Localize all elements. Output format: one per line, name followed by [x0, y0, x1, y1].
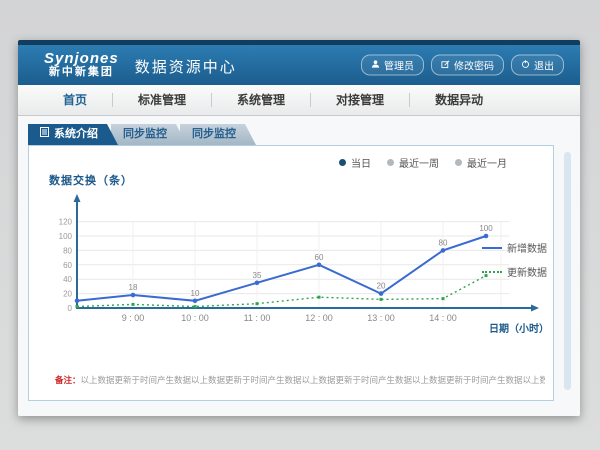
svg-text:35: 35: [253, 271, 262, 280]
tab-sync-monitor-2[interactable]: 同步监控: [180, 124, 256, 145]
legend-label: 更新数据: [507, 264, 547, 279]
app-window: Synjones 新中新集团 数据资源中心 管理员 修改密码 退出: [18, 40, 580, 416]
nav-item-system-mgmt[interactable]: 系统管理: [212, 85, 310, 115]
dotted-line-swatch-icon: [482, 271, 502, 273]
app-header: Synjones 新中新集团 数据资源中心 管理员 修改密码 退出: [18, 45, 580, 85]
admin-user-label: 管理员: [384, 58, 414, 73]
content-area: 系统介绍 同步监控 同步监控 当日 最近一周: [18, 116, 580, 416]
nav-item-data-change[interactable]: 数据异动: [410, 85, 508, 115]
y-axis-title: 数据交换（条）: [49, 172, 133, 188]
logout-label: 退出: [534, 58, 554, 73]
footnote-text: 以上数据更新于时间产生数据以上数据更新于时间产生数据以上数据更新于时间产生数据以…: [81, 375, 545, 385]
svg-text:13 : 00: 13 : 00: [367, 313, 395, 323]
radio-dot-icon: [387, 159, 394, 166]
nav-item-home[interactable]: 首页: [38, 85, 112, 115]
logout-button[interactable]: 退出: [511, 55, 564, 76]
svg-text:120: 120: [59, 218, 73, 227]
svg-text:10: 10: [191, 289, 200, 298]
period-label: 最近一月: [467, 155, 507, 170]
line-chart: 0 20 40 60 80 100 120 9 : 00 10 : 00 11 : 00 12 : …: [31, 190, 551, 340]
user-actions: 管理员 修改密码 退出: [361, 55, 564, 76]
svg-text:12 : 00: 12 : 00: [305, 313, 333, 323]
svg-text:80: 80: [63, 246, 72, 255]
svg-text:60: 60: [63, 261, 72, 270]
radio-dot-icon: [455, 159, 462, 166]
change-password-label: 修改密码: [454, 58, 494, 73]
chart-panel: 当日 最近一周 最近一月 数据交换（条） 0 20 40 60 80 100 120 9 : …: [28, 145, 554, 401]
brand-name: Synjones: [44, 51, 119, 66]
legend-label: 新增数据: [507, 240, 547, 255]
svg-text:100: 100: [59, 232, 73, 241]
svg-text:14 : 00: 14 : 00: [429, 313, 457, 323]
vertical-scrollbar[interactable]: [564, 152, 571, 390]
svg-text:20: 20: [63, 290, 72, 299]
nav-item-interface-mgmt[interactable]: 对接管理: [311, 85, 409, 115]
svg-text:80: 80: [439, 238, 448, 247]
svg-text:20: 20: [377, 282, 386, 291]
svg-text:9 : 00: 9 : 00: [122, 313, 145, 323]
chart-legend: 新增数据 更新数据: [482, 240, 547, 279]
company-name: 新中新集团: [44, 66, 119, 79]
change-password-button[interactable]: 修改密码: [431, 55, 504, 76]
period-label: 最近一周: [399, 155, 439, 170]
document-icon: [40, 124, 49, 145]
footnote-prefix: 备注：: [55, 375, 81, 385]
tab-sync-monitor-1[interactable]: 同步监控: [111, 124, 187, 145]
desktop-background: Synjones 新中新集团 数据资源中心 管理员 修改密码 退出: [0, 0, 600, 450]
svg-text:11 : 00: 11 : 00: [244, 313, 271, 323]
svg-text:100: 100: [479, 224, 493, 233]
tab-system-intro[interactable]: 系统介绍: [28, 124, 118, 145]
legend-item-updated-data: 更新数据: [482, 264, 547, 279]
page-title: 数据资源中心: [135, 56, 237, 77]
edit-icon: [441, 59, 450, 71]
period-option-last-month[interactable]: 最近一月: [455, 155, 507, 170]
logout-icon: [521, 59, 530, 71]
svg-text:18: 18: [129, 283, 138, 292]
solid-line-swatch-icon: [482, 247, 502, 249]
legend-item-new-data: 新增数据: [482, 240, 547, 255]
nav-item-standard-mgmt[interactable]: 标准管理: [113, 85, 211, 115]
svg-text:60: 60: [315, 253, 324, 262]
admin-user-button[interactable]: 管理员: [361, 55, 424, 76]
tab-label: 系统介绍: [54, 124, 98, 145]
svg-text:0: 0: [68, 304, 73, 313]
svg-text:40: 40: [63, 275, 72, 284]
main-nav: 首页 标准管理 系统管理 对接管理 数据异动: [18, 85, 580, 116]
period-option-last-week[interactable]: 最近一周: [387, 155, 439, 170]
svg-text:日期（小时）: 日期（小时）: [489, 322, 549, 335]
radio-dot-icon: [339, 159, 346, 166]
period-filter: 当日 最近一周 最近一月: [339, 155, 507, 170]
svg-text:10 : 00: 10 : 00: [181, 313, 209, 323]
company-logo: Synjones 新中新集团: [44, 51, 119, 79]
period-label: 当日: [351, 155, 371, 170]
period-option-today[interactable]: 当日: [339, 155, 371, 170]
user-icon: [371, 59, 380, 71]
tab-bar: 系统介绍 同步监控 同步监控: [18, 116, 580, 145]
footnote: 备注：以上数据更新于时间产生数据以上数据更新于时间产生数据以上数据更新于时间产生…: [55, 374, 545, 386]
